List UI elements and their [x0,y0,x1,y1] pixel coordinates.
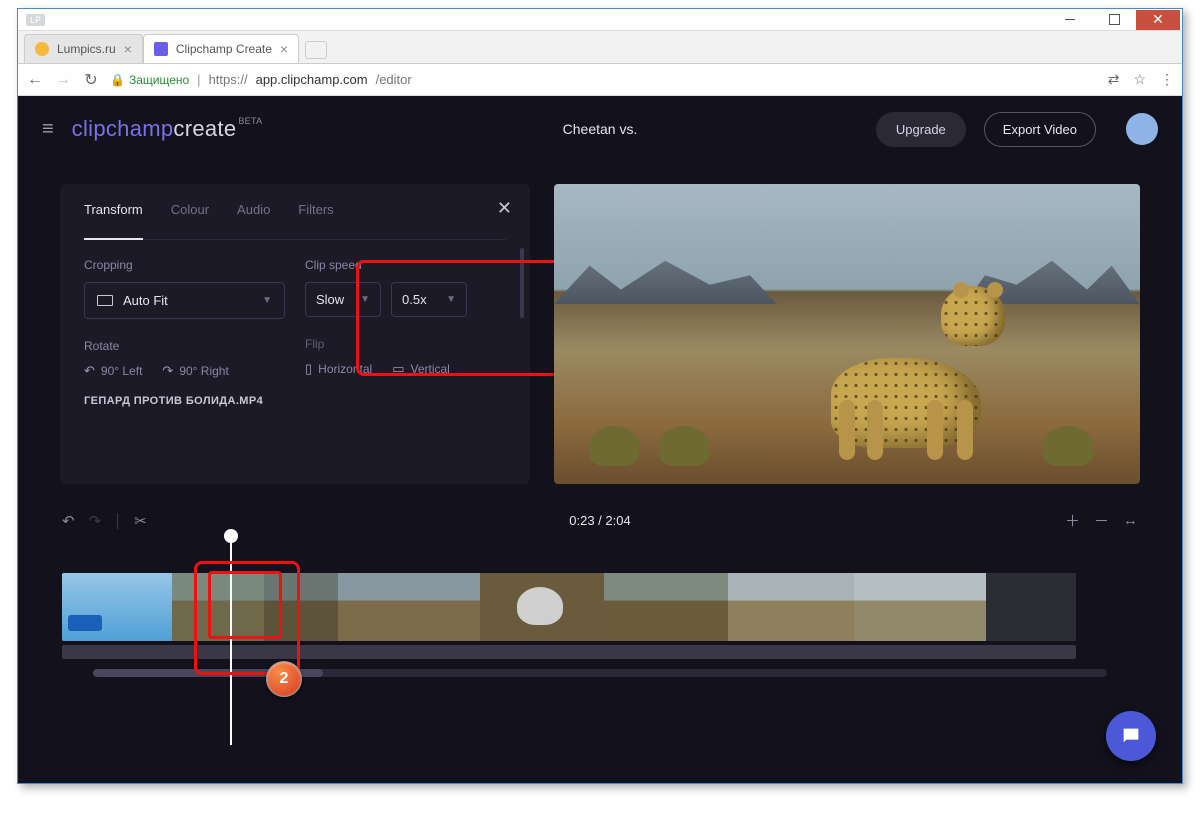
close-panel-icon[interactable]: ✕ [497,198,512,219]
clip-track[interactable] [62,573,1138,641]
app-topbar: ≡ clipchampcreateBETA Cheetan vs. Upgrad… [18,96,1182,162]
window-minimize-button[interactable] [1048,10,1092,30]
address-bar-row: ← → ↻ 🔒 Защищено | https://app.clipchamp… [18,64,1182,96]
browser-tab-lumpics[interactable]: Lumpics.ru × [24,34,143,63]
timeline-clip[interactable] [854,573,986,641]
chat-icon [1120,725,1142,747]
transform-panel: ✕ Transform Colour Audio Filters Croppin… [60,184,530,484]
hamburger-icon[interactable]: ≡ [42,118,54,141]
user-avatar[interactable] [1126,113,1158,145]
rotate-left-icon: ↶ [84,363,95,379]
timeline-clip[interactable] [986,573,1076,641]
timeline-clip[interactable] [264,573,338,641]
reload-icon[interactable]: ↻ [82,70,100,90]
timeline-clip[interactable] [62,573,172,641]
profile-badge: LP [26,14,45,26]
preview-scenery [554,256,777,304]
tab-transform[interactable]: Transform [84,202,143,240]
window-titlebar: LP ✕ [18,9,1182,31]
secure-indicator: 🔒 Защищено [110,73,189,87]
app-logo: clipchampcreateBETA [72,116,263,142]
zoom-in-icon[interactable]: ＋ [1065,510,1080,531]
new-tab-button[interactable] [305,41,327,59]
bookmark-icon[interactable]: ☆ [1133,71,1146,88]
tab-audio[interactable]: Audio [237,202,270,227]
playhead[interactable] [230,535,232,745]
crop-icon [97,295,113,306]
address-bar[interactable]: 🔒 Защищено | https://app.clipchamp.com/e… [110,72,1098,87]
browser-window: LP ✕ Lumpics.ru × Clipchamp Create × ← →… [17,8,1183,784]
cropping-label: Cropping [84,258,285,272]
forward-icon: → [54,71,72,89]
chevron-down-icon: ▼ [360,294,370,305]
flip-horizontal-button[interactable]: ▯Horizontal [305,361,372,377]
timeline-scrollbar[interactable] [93,669,1107,677]
window-close-button[interactable]: ✕ [1136,10,1180,30]
audio-track[interactable] [62,645,1076,659]
browser-tab-clipchamp[interactable]: Clipchamp Create × [143,34,299,63]
project-title[interactable]: Cheetan vs. [563,121,638,137]
panel-tabs: Transform Colour Audio Filters [84,202,506,240]
close-tab-icon[interactable]: × [280,41,288,57]
url-path: /editor [376,72,412,87]
annotation-badge-2: 2 [266,661,302,697]
flip-label: Flip [305,337,506,351]
speed-factor-dropdown[interactable]: 0.5x▼ [391,282,467,317]
workspace: ✕ Transform Colour Audio Filters Croppin… [18,162,1182,494]
rotate-right-button[interactable]: ↷90° Right [162,363,228,379]
back-icon[interactable]: ← [26,71,44,89]
tab-filters[interactable]: Filters [298,202,333,227]
tab-title: Clipchamp Create [176,42,272,56]
zoom-fit-icon[interactable]: ↔ [1123,512,1138,529]
close-tab-icon[interactable]: × [124,41,132,57]
export-video-button[interactable]: Export Video [984,112,1096,147]
rotate-left-button[interactable]: ↶90° Left [84,363,142,379]
browser-tabs: Lumpics.ru × Clipchamp Create × [18,31,1182,64]
translate-icon[interactable]: ⇄ [1108,71,1120,88]
lock-icon: 🔒 [110,73,125,87]
timeline-toolbar: ↶ ↷ ✂ 0:23 / 2:04 ＋ － ↔ [18,494,1182,531]
zoom-out-icon[interactable]: － [1094,510,1109,531]
timeline-clip[interactable] [480,573,604,641]
favicon-icon [154,42,168,56]
tab-title: Lumpics.ru [57,42,116,56]
timeline-clip[interactable] [728,573,854,641]
redo-icon: ↷ [89,512,102,530]
chevron-down-icon: ▼ [262,295,272,306]
timeline-clip[interactable] [338,573,480,641]
cropping-dropdown[interactable]: Auto Fit ▼ [84,282,285,319]
rotate-label: Rotate [84,339,285,353]
split-icon[interactable]: ✂ [134,512,147,530]
url-host: app.clipchamp.com [256,72,368,87]
chat-button[interactable] [1106,711,1156,761]
clipspeed-label: Clip speed [305,258,506,272]
flip-vertical-button[interactable]: ▭Vertical [392,361,450,377]
tab-colour[interactable]: Colour [171,202,209,227]
window-maximize-button[interactable] [1092,10,1136,30]
timecode: 0:23 / 2:04 [569,513,630,528]
timeline-clip[interactable] [172,573,264,641]
undo-icon[interactable]: ↶ [62,512,75,530]
preview-subject [821,286,1011,456]
menu-icon[interactable]: ⋮ [1160,71,1174,88]
video-preview[interactable] [554,184,1140,484]
upgrade-button[interactable]: Upgrade [876,112,966,147]
favicon-icon [35,42,49,56]
url-scheme: https:// [209,72,248,87]
rotate-right-icon: ↷ [162,363,173,379]
flip-vertical-icon: ▭ [392,361,404,377]
speed-mode-dropdown[interactable]: Slow▼ [305,282,381,317]
timeline[interactable]: 2 [18,531,1182,707]
clipchamp-app: ≡ clipchampcreateBETA Cheetan vs. Upgrad… [18,96,1182,783]
panel-scrollbar[interactable] [520,248,524,318]
clip-filename: ГЕПАРД ПРОТИВ БОЛИДА.MP4 [84,395,506,407]
timeline-clip[interactable] [604,573,728,641]
chevron-down-icon: ▼ [446,294,456,305]
flip-horizontal-icon: ▯ [305,361,312,377]
